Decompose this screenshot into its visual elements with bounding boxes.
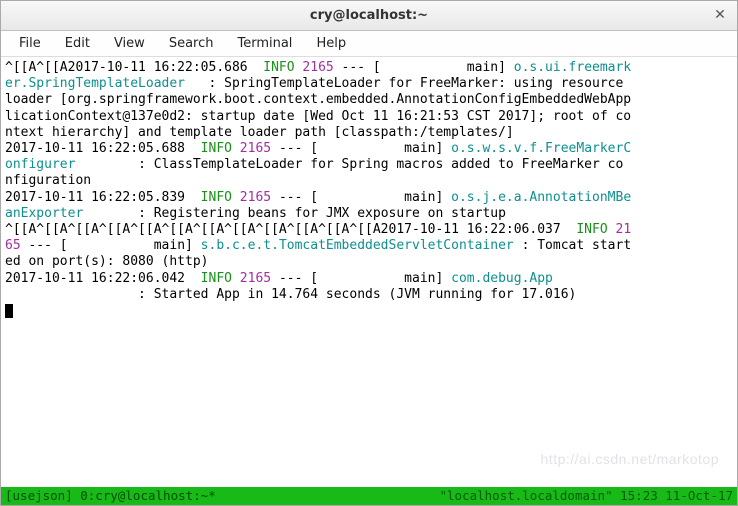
- log-text: --- [ main]: [21, 238, 201, 253]
- log-pid: 21: [608, 222, 631, 237]
- status-right: "localhost.localdomain" 15:23 11-Oct-17: [440, 487, 734, 505]
- menu-search[interactable]: Search: [157, 33, 226, 54]
- log-text: ^[[A^[[A^[[A^[[A^[[A^[[A^[[A^[[A^[[A^[[A…: [5, 222, 576, 237]
- menu-edit[interactable]: Edit: [53, 33, 102, 54]
- log-text: nfiguration: [5, 173, 91, 188]
- log-pid: 2165: [295, 60, 334, 75]
- log-logger: onfigurer: [5, 157, 75, 172]
- log-pid: 2165: [232, 190, 271, 205]
- watermark: http://ai.csdn.net/markotop: [541, 451, 719, 467]
- log-text: : Tomcat start: [514, 238, 631, 253]
- log-text: : ClassTemplateLoader for Spring macros …: [75, 157, 623, 172]
- log-text: : Registering beans for JMX exposure on …: [83, 206, 506, 221]
- tmux-statusbar: [usejson] 0:cry@localhost:~* "localhost.…: [1, 487, 737, 505]
- log-text: --- [ main]: [271, 271, 451, 286]
- log-text: : SpringTemplateLoader for FreeMarker: u…: [185, 76, 631, 91]
- log-logger: s.b.c.e.t.TomcatEmbeddedServletContainer: [201, 238, 514, 253]
- menubar: File Edit View Search Terminal Help: [1, 31, 737, 57]
- log-text: loader [org.springframework.boot.context…: [5, 92, 631, 107]
- log-text: 2017-10-11 16:22:05.839: [5, 190, 201, 205]
- log-level: INFO: [201, 271, 232, 286]
- log-text: 2017-10-11 16:22:05.688: [5, 141, 201, 156]
- menu-help[interactable]: Help: [304, 33, 358, 54]
- menu-terminal[interactable]: Terminal: [225, 33, 304, 54]
- log-level: INFO: [201, 190, 232, 205]
- log-text: ed on port(s): 8080 (http): [5, 254, 209, 269]
- log-level: INFO: [263, 60, 294, 75]
- log-text: --- [ main]: [271, 141, 451, 156]
- log-text: : Started App in 14.764 seconds (JVM run…: [5, 287, 576, 302]
- status-left: [usejson] 0:cry@localhost:~*: [5, 487, 216, 505]
- titlebar[interactable]: cry@localhost:~ ✕: [1, 1, 737, 31]
- log-logger: o.s.j.e.a.AnnotationMBe: [451, 190, 631, 205]
- log-pid: 2165: [232, 141, 271, 156]
- cursor-block: [5, 304, 13, 318]
- log-logger: er.SpringTemplateLoader: [5, 76, 185, 91]
- terminal-output[interactable]: ^[[A^[[A2017-10-11 16:22:05.686 INFO 216…: [1, 57, 737, 487]
- log-level: INFO: [576, 222, 607, 237]
- log-logger: o.s.w.s.v.f.FreeMarkerC: [451, 141, 631, 156]
- log-text: --- [ main]: [334, 60, 514, 75]
- log-pid: 2165: [232, 271, 271, 286]
- log-text: ^[[A^[[A2017-10-11 16:22:05.686: [5, 60, 263, 75]
- log-level: INFO: [201, 141, 232, 156]
- log-text: licationContext@137e0d2: startup date [W…: [5, 109, 631, 124]
- menu-view[interactable]: View: [102, 33, 157, 54]
- log-pid: 65: [5, 238, 21, 253]
- log-logger: o.s.ui.freemark: [514, 60, 631, 75]
- menu-file[interactable]: File: [7, 33, 53, 54]
- log-logger: anExporter: [5, 206, 83, 221]
- log-text: --- [ main]: [271, 190, 451, 205]
- log-text: 2017-10-11 16:22:06.042: [5, 271, 201, 286]
- window-title: cry@localhost:~: [310, 8, 428, 23]
- log-text: ntext hierarchy] and template loader pat…: [5, 125, 514, 140]
- log-logger: com.debug.App: [451, 271, 553, 286]
- close-icon[interactable]: ✕: [711, 6, 729, 24]
- terminal-window: cry@localhost:~ ✕ File Edit View Search …: [0, 0, 738, 506]
